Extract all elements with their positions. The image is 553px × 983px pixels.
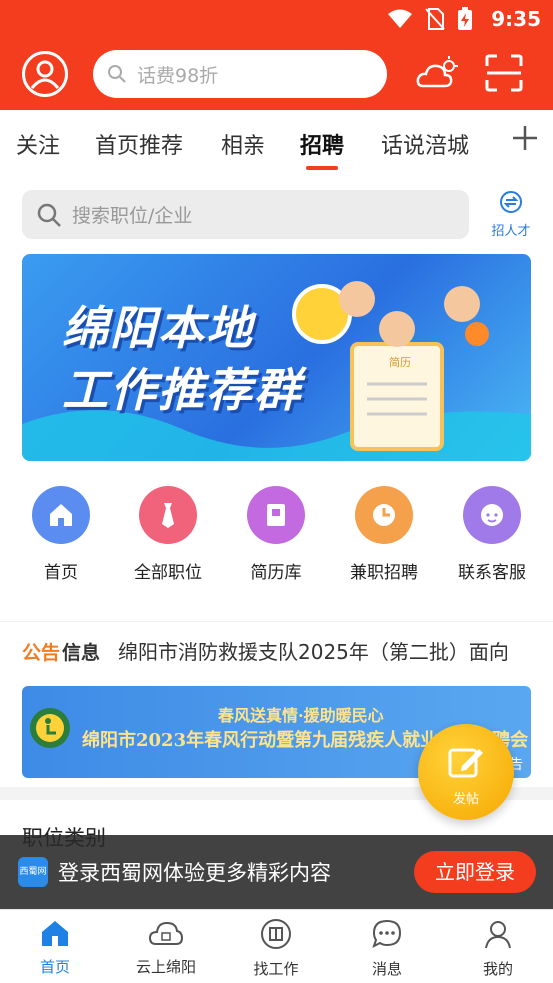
tie-icon bbox=[139, 486, 197, 544]
clock-icon bbox=[355, 486, 413, 544]
quick-part-time-label: 兼职招聘 bbox=[350, 563, 418, 583]
message-icon bbox=[372, 919, 402, 948]
cloud-icon bbox=[148, 921, 184, 945]
job-fair-subtitle: 春风送真情·援助暖民心 bbox=[218, 706, 384, 725]
banner-resume-tag: 简历 bbox=[389, 356, 411, 369]
nav-home[interactable]: 首页 bbox=[10, 918, 100, 977]
post-fab-button[interactable]: 发帖 bbox=[418, 724, 514, 820]
tab-recruitment[interactable]: 招聘 bbox=[300, 128, 344, 170]
resume-book-icon bbox=[247, 486, 305, 544]
weather-icon bbox=[416, 56, 458, 88]
login-prompt-text: 登录西蜀网体验更多精彩内容 bbox=[58, 861, 331, 885]
top-bar: 话费98折 bbox=[0, 38, 553, 110]
tab-fucheng-talk[interactable]: 话说涪城 bbox=[381, 128, 469, 160]
notice-tag-announcement: 公告 bbox=[22, 642, 61, 664]
quick-customer-service[interactable]: 联系客服 bbox=[452, 486, 532, 583]
tab-dating[interactable]: 相亲 bbox=[221, 128, 265, 160]
edit-icon bbox=[448, 748, 483, 778]
quick-customer-service-label: 联系客服 bbox=[458, 563, 526, 583]
nav-profile-label: 我的 bbox=[482, 960, 513, 978]
login-button[interactable]: 立即登录 bbox=[414, 851, 536, 893]
login-prompt-banner: 西蜀网 登录西蜀网体验更多精彩内容 立即登录 bbox=[0, 835, 553, 909]
recruitment-content: 搜索职位/企业 招人才 绵阳本地 工作推荐群 简历 首页 全部职位 简历库 兼职… bbox=[0, 176, 553, 621]
job-search-input[interactable]: 搜索职位/企业 bbox=[22, 190, 469, 239]
tab-follow[interactable]: 关注 bbox=[16, 128, 60, 160]
nav-find-job[interactable]: 找工作 bbox=[231, 918, 321, 979]
nav-cloud-mianyang-label: 云上绵阳 bbox=[135, 958, 196, 976]
category-tabs: 关注 首页推荐 相亲 招聘 话说涪城 bbox=[0, 110, 553, 176]
no-sim-icon bbox=[425, 8, 445, 30]
xishu-logo: 西蜀网 bbox=[18, 857, 48, 887]
weather-button[interactable] bbox=[415, 56, 459, 92]
tab-recommend[interactable]: 首页推荐 bbox=[95, 128, 183, 160]
quick-part-time[interactable]: 兼职招聘 bbox=[344, 486, 424, 583]
job-search-placeholder: 搜索职位/企业 bbox=[72, 205, 193, 227]
recruit-talent-label: 招人才 bbox=[491, 224, 531, 239]
quick-resume-library[interactable]: 简历库 bbox=[236, 486, 316, 583]
notice-tag-info: 信息 bbox=[62, 642, 101, 664]
search-icon bbox=[37, 203, 61, 227]
nav-home-label: 首页 bbox=[39, 958, 70, 976]
battery-charging-icon bbox=[458, 7, 472, 30]
quick-all-jobs[interactable]: 全部职位 bbox=[128, 486, 208, 583]
quick-resume-library-label: 简历库 bbox=[250, 563, 302, 583]
quick-home[interactable]: 首页 bbox=[21, 486, 101, 583]
promo-banner[interactable]: 绵阳本地 工作推荐群 简历 bbox=[22, 254, 531, 461]
top-search-box[interactable]: 话费98折 bbox=[93, 50, 387, 98]
search-icon bbox=[108, 65, 126, 83]
top-search-placeholder: 话费98折 bbox=[137, 64, 219, 87]
wifi-icon bbox=[388, 9, 412, 28]
quick-actions: 首页 全部职位 简历库 兼职招聘 联系客服 bbox=[0, 486, 553, 596]
home-icon bbox=[32, 486, 90, 544]
nav-messages[interactable]: 消息 bbox=[342, 918, 432, 979]
nav-messages-label: 消息 bbox=[371, 960, 402, 978]
user-icon bbox=[30, 60, 60, 89]
quick-all-jobs-label: 全部职位 bbox=[134, 563, 202, 583]
service-agent-icon bbox=[463, 486, 521, 544]
nav-cloud-mianyang[interactable]: 云上绵阳 bbox=[121, 918, 211, 977]
status-icons bbox=[387, 7, 473, 31]
scan-icon bbox=[485, 54, 523, 92]
notice-ticker[interactable]: 公告 信息 绵阳市消防救援支队2025年（第二批）面向 bbox=[0, 621, 553, 675]
notice-text: 绵阳市消防救援支队2025年（第二批）面向 bbox=[118, 640, 509, 664]
post-fab-label: 发帖 bbox=[452, 792, 479, 807]
status-bar: 9:35 bbox=[0, 0, 553, 38]
swap-icon bbox=[500, 191, 522, 213]
job-icon bbox=[261, 919, 291, 949]
nav-find-job-label: 找工作 bbox=[253, 960, 299, 978]
recruit-talent-button[interactable]: 招人才 bbox=[486, 190, 536, 240]
quick-home-label: 首页 bbox=[44, 563, 78, 583]
nav-profile[interactable]: 我的 bbox=[453, 918, 543, 979]
banner-title-line1: 绵阳本地 bbox=[62, 301, 254, 355]
banner-title-line2: 工作推荐群 bbox=[62, 363, 302, 417]
scan-button[interactable] bbox=[485, 54, 523, 92]
add-tab-icon[interactable] bbox=[511, 124, 539, 152]
clock: 9:35 bbox=[491, 7, 541, 31]
user-icon bbox=[485, 921, 511, 949]
home-icon bbox=[42, 921, 68, 946]
disability-emblem-icon bbox=[30, 708, 70, 748]
profile-avatar-button[interactable] bbox=[22, 51, 68, 97]
bottom-nav: 首页 云上绵阳 找工作 消息 我的 bbox=[0, 909, 553, 983]
